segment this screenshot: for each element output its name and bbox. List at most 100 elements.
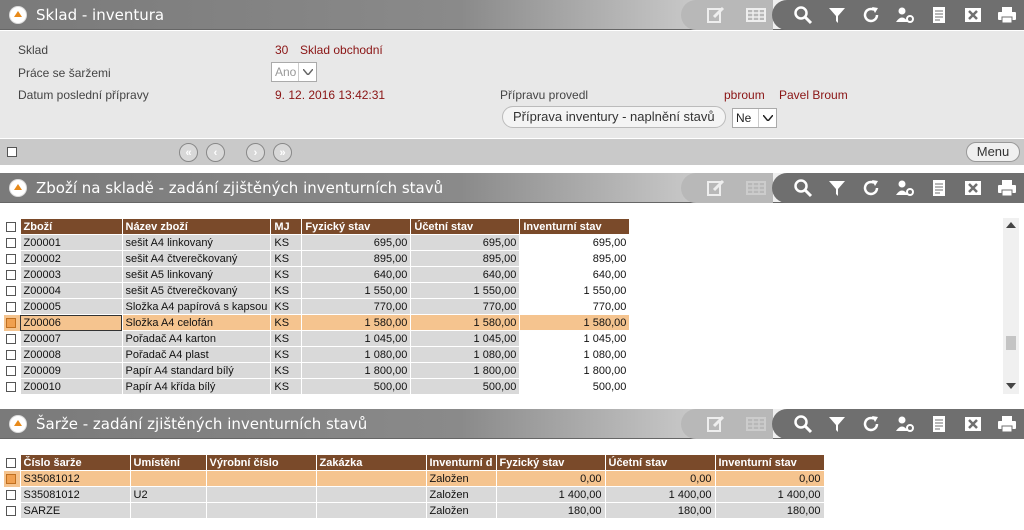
table-cell[interactable]: KS bbox=[270, 234, 303, 251]
select-all-checkbox[interactable] bbox=[7, 147, 17, 157]
filter-icon[interactable] bbox=[820, 0, 854, 30]
table-cell[interactable]: 640,00 bbox=[301, 266, 412, 283]
table-cell[interactable]: 1 045,00 bbox=[519, 330, 631, 347]
column-header[interactable]: Fyzický stav bbox=[301, 218, 412, 235]
table-cell[interactable]: Z00008 bbox=[19, 346, 123, 363]
column-header[interactable]: Inventurní d bbox=[425, 454, 497, 471]
row-checkbox[interactable] bbox=[6, 365, 16, 376]
excel-export-icon[interactable] bbox=[956, 409, 990, 439]
table-cell[interactable]: 1 800,00 bbox=[410, 362, 521, 379]
table-cell[interactable]: KS bbox=[270, 266, 303, 283]
table-cell[interactable]: KS bbox=[270, 330, 303, 347]
table-cell[interactable]: 895,00 bbox=[519, 250, 631, 267]
table-cell[interactable]: 695,00 bbox=[410, 234, 521, 251]
table-cell[interactable]: 1 550,00 bbox=[410, 282, 521, 299]
table-cell[interactable]: 1 400,00 bbox=[604, 486, 716, 503]
row-checkbox[interactable] bbox=[6, 349, 16, 360]
select-all-checkbox[interactable] bbox=[6, 457, 16, 468]
table-cell[interactable]: Z00001 bbox=[19, 234, 123, 251]
filter-icon[interactable] bbox=[820, 173, 854, 203]
table-cell[interactable] bbox=[205, 502, 317, 519]
table-cell[interactable]: 0,00 bbox=[714, 470, 825, 487]
table-cell[interactable]: 770,00 bbox=[410, 298, 521, 315]
document-icon[interactable] bbox=[922, 409, 956, 439]
select-all-cell[interactable] bbox=[4, 455, 20, 471]
row-checkbox-cell[interactable] bbox=[4, 379, 20, 395]
scroll-down-icon[interactable] bbox=[1006, 383, 1016, 389]
user-settings-icon[interactable] bbox=[888, 173, 922, 203]
table-cell[interactable]: KS bbox=[270, 298, 303, 315]
edit-icon[interactable] bbox=[699, 173, 733, 203]
table-cell[interactable]: Z00002 bbox=[19, 250, 123, 267]
column-header[interactable]: Inventurní stav bbox=[519, 218, 631, 235]
table-cell[interactable]: Z00005 bbox=[19, 298, 123, 315]
select-all-checkbox[interactable] bbox=[6, 221, 16, 232]
table-cell[interactable]: 500,00 bbox=[519, 378, 631, 395]
row-checkbox-cell[interactable] bbox=[4, 347, 20, 363]
table-cell[interactable]: 895,00 bbox=[410, 250, 521, 267]
row-checkbox[interactable] bbox=[6, 489, 16, 500]
row-checkbox[interactable] bbox=[6, 505, 16, 516]
menu-button[interactable]: Menu bbox=[966, 142, 1020, 162]
table-cell[interactable] bbox=[129, 470, 207, 487]
scrollbar-thumb[interactable] bbox=[1006, 336, 1016, 350]
search-icon[interactable] bbox=[786, 173, 820, 203]
table-cell[interactable]: S35081012 bbox=[19, 486, 131, 503]
table-cell[interactable]: KS bbox=[270, 346, 303, 363]
scroll-up-icon[interactable] bbox=[1006, 222, 1016, 228]
table-cell[interactable]: sešit A4 čtverečkovaný bbox=[121, 250, 272, 267]
row-checkbox[interactable] bbox=[6, 301, 16, 312]
table-cell[interactable]: 500,00 bbox=[301, 378, 412, 395]
table-cell[interactable]: KS bbox=[270, 378, 303, 395]
table-cell[interactable]: 695,00 bbox=[301, 234, 412, 251]
table-cell[interactable]: 1 550,00 bbox=[519, 282, 631, 299]
column-header[interactable]: MJ bbox=[270, 218, 303, 235]
last-record-button[interactable]: » bbox=[273, 143, 292, 162]
table-cell[interactable]: 0,00 bbox=[604, 470, 716, 487]
table-cell[interactable]: 640,00 bbox=[519, 266, 631, 283]
refresh-icon[interactable] bbox=[854, 173, 888, 203]
excel-export-icon[interactable] bbox=[956, 173, 990, 203]
search-icon[interactable] bbox=[786, 409, 820, 439]
table-cell[interactable]: 1 800,00 bbox=[519, 362, 631, 379]
table-cell[interactable]: 1 800,00 bbox=[301, 362, 412, 379]
table-cell[interactable]: 640,00 bbox=[410, 266, 521, 283]
table-cell[interactable]: Z00007 bbox=[19, 330, 123, 347]
table-row[interactable]: Z00002 sešit A4 čtverečkovaný KS 895,00 895,… bbox=[4, 250, 631, 267]
table-row[interactable]: Z00010 Papír A4 křída bílý KS 500,00 500,00 5… bbox=[4, 378, 631, 395]
table-cell[interactable]: KS bbox=[270, 314, 303, 331]
row-checkbox-cell[interactable] bbox=[4, 267, 20, 283]
refresh-icon[interactable] bbox=[854, 0, 888, 30]
table-cell[interactable]: 1 400,00 bbox=[714, 486, 825, 503]
row-checkbox[interactable] bbox=[6, 253, 16, 264]
column-header[interactable]: Účetní stav bbox=[604, 454, 716, 471]
table-cell[interactable]: 1 080,00 bbox=[519, 346, 631, 363]
table-cell[interactable] bbox=[315, 502, 427, 519]
table-cell[interactable]: Z00010 bbox=[19, 378, 123, 395]
table-cell[interactable]: Z00009 bbox=[19, 362, 123, 379]
collapse-icon[interactable] bbox=[10, 416, 26, 432]
row-checkbox[interactable] bbox=[6, 473, 16, 484]
table-cell[interactable] bbox=[205, 486, 317, 503]
table-view-icon[interactable] bbox=[739, 0, 773, 30]
user-settings-icon[interactable] bbox=[888, 409, 922, 439]
column-header[interactable]: Číslo šarže bbox=[19, 454, 131, 471]
column-header[interactable]: Název zboží bbox=[121, 218, 272, 235]
table-row[interactable]: Z00001 sešit A4 linkovaný KS 695,00 695,00 69… bbox=[4, 234, 631, 251]
table-cell[interactable]: 180,00 bbox=[604, 502, 716, 519]
row-checkbox[interactable] bbox=[6, 333, 16, 344]
table-cell[interactable]: 1 580,00 bbox=[410, 314, 521, 331]
excel-export-icon[interactable] bbox=[956, 0, 990, 30]
table-cell[interactable]: 695,00 bbox=[519, 234, 631, 251]
edit-icon[interactable] bbox=[699, 0, 733, 30]
table-cell[interactable]: sešit A5 linkovaný bbox=[121, 266, 272, 283]
column-header[interactable]: Fyzický stav bbox=[495, 454, 606, 471]
table-cell[interactable] bbox=[129, 502, 207, 519]
collapse-icon[interactable] bbox=[10, 180, 26, 196]
row-checkbox-cell[interactable] bbox=[4, 331, 20, 347]
table-cell[interactable]: Papír A4 standard bílý bbox=[121, 362, 272, 379]
table-cell[interactable]: 895,00 bbox=[301, 250, 412, 267]
table-cell[interactable]: 180,00 bbox=[714, 502, 825, 519]
table-cell[interactable]: Založen bbox=[425, 486, 497, 503]
table-cell[interactable]: 1 550,00 bbox=[301, 282, 412, 299]
